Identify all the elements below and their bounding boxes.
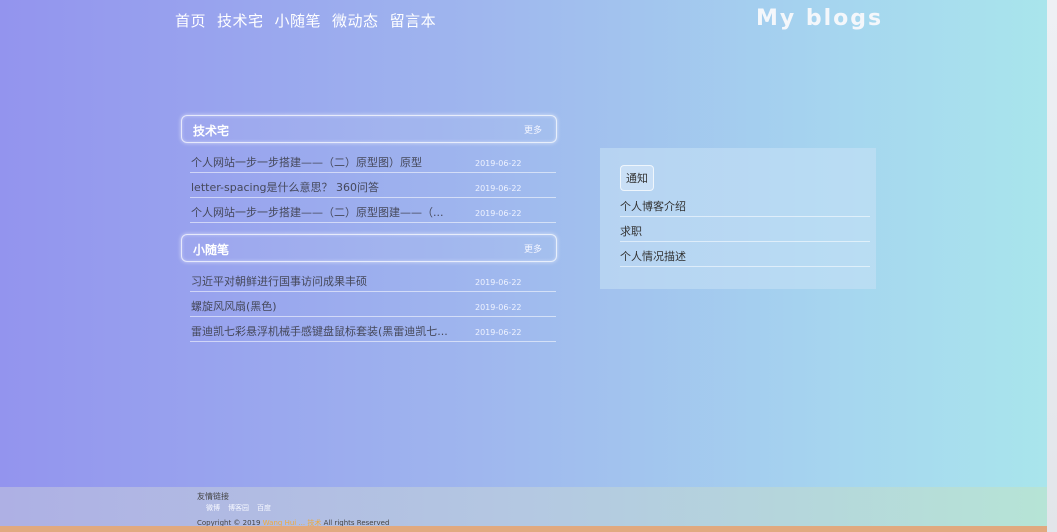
article-date: 2019-06-22 <box>475 328 522 337</box>
notice-item[interactable]: 求职 <box>620 217 870 242</box>
article-title[interactable]: letter-spacing是什么意思？ 360问答 <box>191 179 379 195</box>
article-date: 2019-06-22 <box>475 209 522 218</box>
article-date: 2019-06-22 <box>475 278 522 287</box>
friend-link[interactable]: 百度 <box>257 503 271 513</box>
notice-panel: 通知 个人博客介绍 求职 个人情况描述 <box>600 148 876 289</box>
section-header-tech: 技术宅 更多 <box>181 115 557 143</box>
notice-item[interactable]: 个人博客介绍 <box>620 192 870 217</box>
nav-guestbook[interactable]: 留言本 <box>390 10 437 31</box>
nav-updates[interactable]: 微动态 <box>332 10 379 31</box>
article-row[interactable]: 螺旋风风扇(黑色) 2019-06-22 <box>190 292 556 317</box>
article-row[interactable]: 习近平对朝鲜进行国事访问成果丰硕 2019-06-22 <box>190 267 556 292</box>
friend-links: 微博 博客园 百度 <box>206 503 271 513</box>
friend-link[interactable]: 微博 <box>206 503 220 513</box>
more-link[interactable]: 更多 <box>524 123 542 136</box>
top-nav: 首页 技术宅 小随笔 微动态 留言本 <box>175 10 436 31</box>
nav-essays[interactable]: 小随笔 <box>275 10 322 31</box>
article-row[interactable]: letter-spacing是什么意思？ 360问答 2019-06-22 <box>190 173 556 198</box>
article-row[interactable]: 个人网站一步一步搭建——（二）原型图）原型 2019-06-22 <box>190 148 556 173</box>
window-scrollbar[interactable] <box>1047 0 1057 532</box>
more-link[interactable]: 更多 <box>524 242 542 255</box>
article-title[interactable]: 习近平对朝鲜进行国事访问成果丰硕 <box>191 273 367 289</box>
section-header-essays: 小随笔 更多 <box>181 234 557 262</box>
article-title[interactable]: 个人网站一步一步搭建——（二）原型图建——（... <box>191 204 444 220</box>
notice-title: 通知 <box>620 165 654 191</box>
article-date: 2019-06-22 <box>475 303 522 312</box>
friend-link[interactable]: 博客园 <box>228 503 249 513</box>
notice-item[interactable]: 个人情况描述 <box>620 242 870 267</box>
article-title[interactable]: 雷迪凯七彩悬浮机械手感键盘鼠标套装(黑雷迪凯七... <box>191 323 448 339</box>
section-title: 小随笔 <box>193 243 230 257</box>
friend-links-title: 友情链接 <box>197 492 229 501</box>
bottom-strip <box>0 526 1047 532</box>
article-title[interactable]: 个人网站一步一步搭建——（二）原型图）原型 <box>191 154 422 170</box>
site-logo[interactable]: My blogs <box>756 6 883 31</box>
nav-home[interactable]: 首页 <box>175 10 206 31</box>
article-date: 2019-06-22 <box>475 184 522 193</box>
article-title[interactable]: 螺旋风风扇(黑色) <box>191 298 277 314</box>
nav-tech[interactable]: 技术宅 <box>217 10 264 31</box>
article-date: 2019-06-22 <box>475 159 522 168</box>
article-row[interactable]: 个人网站一步一步搭建——（二）原型图建——（... 2019-06-22 <box>190 198 556 223</box>
article-row[interactable]: 雷迪凯七彩悬浮机械手感键盘鼠标套装(黑雷迪凯七... 2019-06-22 <box>190 317 556 342</box>
section-title: 技术宅 <box>193 124 230 138</box>
